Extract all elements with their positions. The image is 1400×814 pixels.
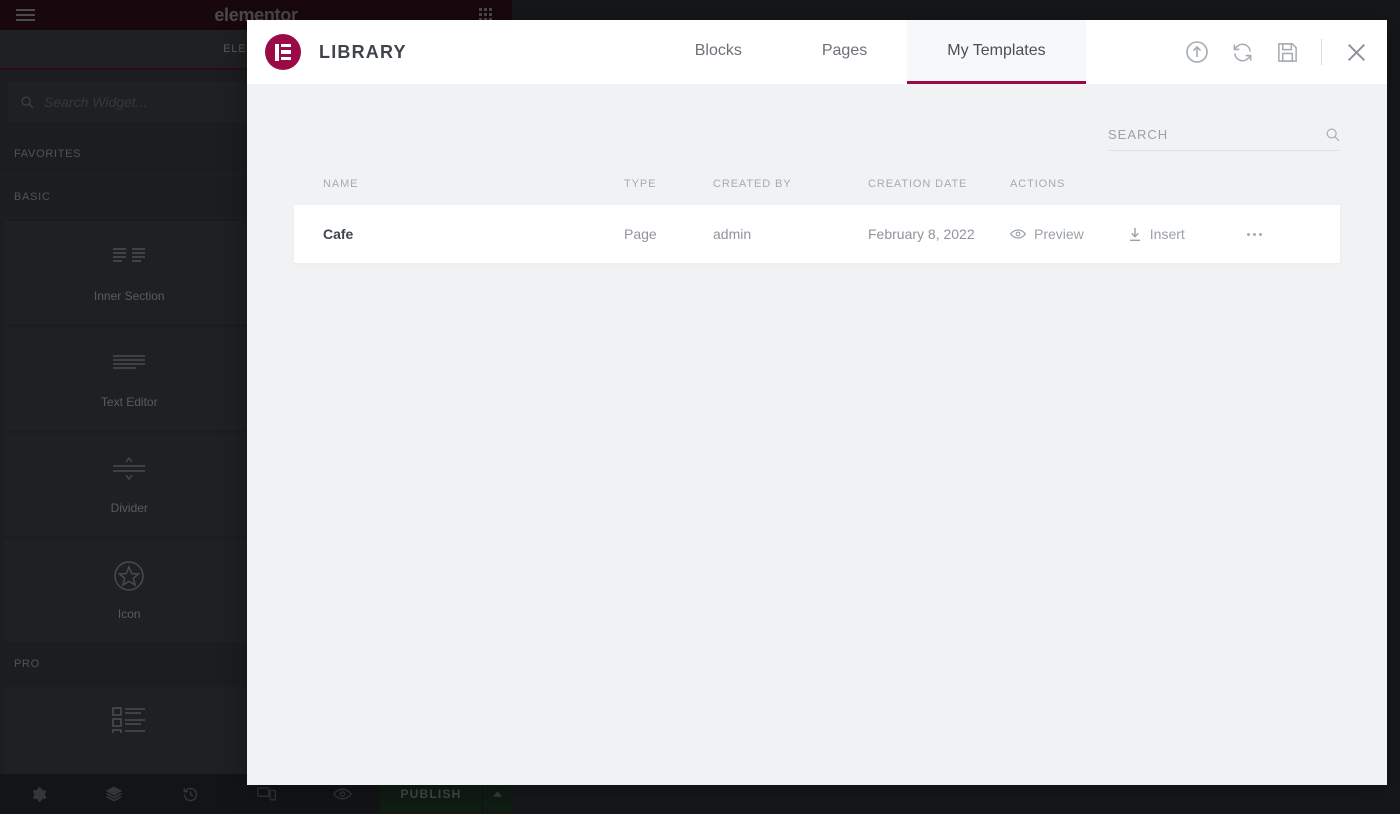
template-created-by: admin xyxy=(713,226,752,242)
library-brand: LIBRARY xyxy=(247,20,407,84)
header-divider xyxy=(1321,39,1322,65)
close-modal-button[interactable] xyxy=(1344,40,1369,65)
sync-icon xyxy=(1233,43,1252,61)
preview-label: Preview xyxy=(1034,226,1084,242)
insert-template-button[interactable]: Insert xyxy=(1128,226,1185,242)
column-header-name: NAME xyxy=(323,178,359,190)
library-search-box[interactable] xyxy=(1108,126,1340,151)
template-library-modal: LIBRARY Blocks Pages My Templates SEARCH… xyxy=(247,20,1387,785)
library-modal-header: LIBRARY Blocks Pages My Templates xyxy=(247,20,1387,84)
insert-label: Insert xyxy=(1149,226,1185,242)
table-row[interactable]: Cafe Page admin February 8, 2022 Preview xyxy=(294,205,1340,263)
library-modal-body: NAME TYPE CREATED BY CREATION DATE ACTIO… xyxy=(247,84,1387,785)
column-header-actions: ACTIONS xyxy=(1010,178,1066,190)
library-search-input[interactable] xyxy=(1108,127,1317,142)
tab-my-templates[interactable]: My Templates xyxy=(907,20,1086,84)
search-icon xyxy=(1326,128,1340,142)
tab-blocks[interactable]: Blocks xyxy=(655,20,782,84)
eye-icon xyxy=(1010,229,1026,239)
tab-pages[interactable]: Pages xyxy=(782,20,907,84)
sync-library-button[interactable] xyxy=(1231,41,1254,64)
column-header-type: TYPE xyxy=(624,178,657,190)
templates-table-header: NAME TYPE CREATED BY CREATION DATE ACTIO… xyxy=(294,151,1340,200)
close-x-icon xyxy=(1348,43,1365,61)
template-type: Page xyxy=(624,226,657,242)
template-actions: Preview Insert xyxy=(1010,226,1340,242)
floppy-save-icon xyxy=(1278,42,1297,62)
screen: elementor ELEMENTS FAVORITES BASIC xyxy=(0,0,1400,814)
library-tabs: Blocks Pages My Templates xyxy=(655,20,1086,84)
library-header-actions xyxy=(1185,20,1369,84)
save-template-button[interactable] xyxy=(1276,41,1299,64)
column-header-created-by: CREATED BY xyxy=(713,178,792,190)
library-search-row xyxy=(294,84,1340,151)
column-header-creation-date: CREATION DATE xyxy=(868,178,968,190)
ellipsis-icon[interactable] xyxy=(1246,232,1262,236)
library-title: LIBRARY xyxy=(319,41,407,62)
template-name: Cafe xyxy=(323,226,354,242)
upload-circle-icon xyxy=(1186,41,1208,63)
template-creation-date: February 8, 2022 xyxy=(868,226,975,242)
elementor-logo-icon xyxy=(265,34,301,70)
preview-template-button[interactable]: Preview xyxy=(1010,226,1084,242)
import-template-button[interactable] xyxy=(1185,40,1209,64)
download-icon xyxy=(1129,227,1140,241)
